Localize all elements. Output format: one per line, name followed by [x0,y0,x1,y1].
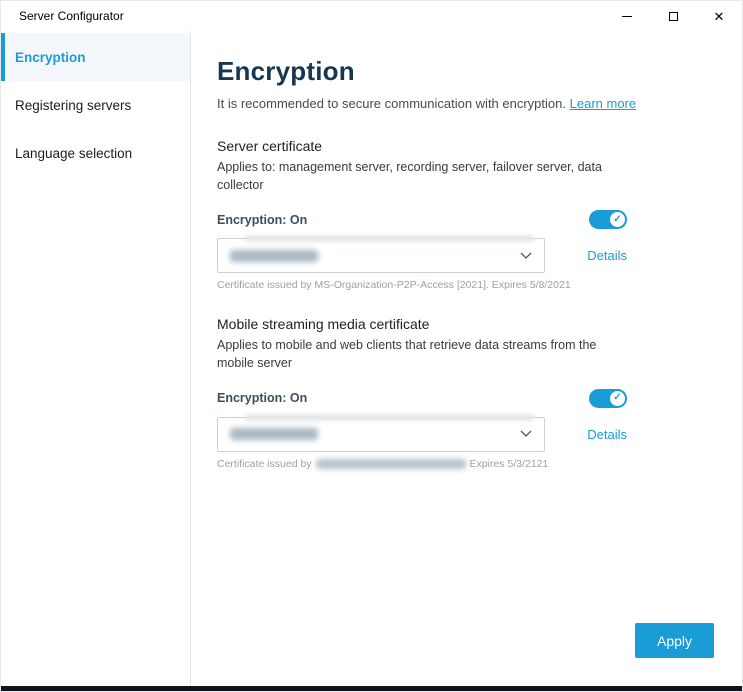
subtitle-text: It is recommended to secure communicatio… [217,96,566,111]
sidebar-item-language-selection[interactable]: Language selection [1,129,190,177]
apply-button[interactable]: Apply [635,623,714,658]
certificate-select[interactable] [217,417,545,452]
toggle-check-icon: ✓ [610,391,625,406]
close-icon: ✕ [714,10,725,23]
maximize-button[interactable] [650,1,696,31]
section-title: Mobile streaming media certificate [217,316,627,332]
close-button[interactable]: ✕ [696,1,742,31]
certificate-note-prefix: Certificate issued by [217,458,312,470]
encryption-toggle[interactable]: ✓ [589,210,627,229]
encryption-toggle-row: Encryption: On ✓ [217,389,627,408]
window-title: Server Configurator [1,9,124,23]
redaction-blur [244,235,534,242]
server-configurator-window: Server Configurator ✕ Encryption Registe… [0,0,743,692]
maximize-icon [669,12,678,21]
certificate-select[interactable] [217,238,545,273]
section-description: Applies to mobile and web clients that r… [217,336,627,372]
details-link[interactable]: Details [587,427,627,442]
bottom-accent-strip [1,686,742,691]
page-subtitle: It is recommended to secure communicatio… [217,96,742,111]
sidebar-item-label: Registering servers [15,98,131,113]
encryption-toggle-label: Encryption: On [217,391,307,405]
sidebar: Encryption Registering servers Language … [1,31,191,686]
sidebar-item-label: Language selection [15,146,132,161]
sidebar-item-registering-servers[interactable]: Registering servers [1,81,190,129]
certificate-name-redacted [230,428,318,440]
minimize-icon [622,16,632,17]
window-body: Encryption Registering servers Language … [1,31,742,686]
section-title: Server certificate [217,138,627,154]
server-certificate-section: Server certificate Applies to: managemen… [217,138,627,291]
certificate-note-suffix: Expires 5/3/2121 [470,458,549,470]
encryption-toggle-label: Encryption: On [217,213,307,227]
titlebar: Server Configurator ✕ [1,1,742,31]
minimize-button[interactable] [604,1,650,31]
sidebar-item-label: Encryption [15,50,86,65]
mobile-certificate-section: Mobile streaming media certificate Appli… [217,316,627,469]
redaction-blur [244,414,534,421]
learn-more-link[interactable]: Learn more [570,96,636,111]
main-content: Encryption It is recommended to secure c… [191,31,742,686]
chevron-down-icon [520,252,532,260]
certificate-name-redacted [230,250,318,262]
details-link[interactable]: Details [587,248,627,263]
toggle-check-icon: ✓ [610,212,625,227]
page-title: Encryption [217,56,742,87]
section-description: Applies to: management server, recording… [217,158,627,194]
certificate-note: Certificate issued by Expires 5/3/2121 [217,458,627,470]
sidebar-item-encryption[interactable]: Encryption [1,33,190,81]
certificate-note: Certificate issued by MS-Organization-P2… [217,279,627,291]
certificate-dropdown-row: Details [217,238,627,273]
encryption-toggle-row: Encryption: On ✓ [217,210,627,229]
chevron-down-icon [520,430,532,438]
certificate-dropdown-row: Details [217,417,627,452]
certificate-issuer-redacted [316,459,466,469]
encryption-toggle[interactable]: ✓ [589,389,627,408]
